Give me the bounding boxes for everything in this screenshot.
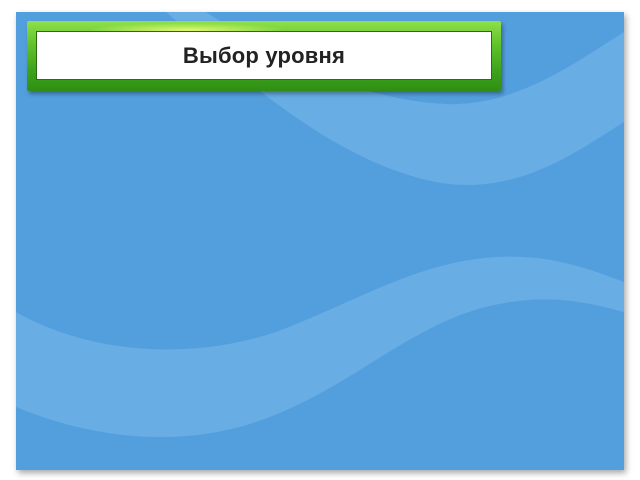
page-title: Выбор уровня: [182, 42, 346, 68]
title-panel: Выбор уровня: [27, 21, 501, 91]
title-box: Выбор уровня: [36, 31, 492, 80]
slide-frame: Выбор уровня: [16, 12, 624, 470]
